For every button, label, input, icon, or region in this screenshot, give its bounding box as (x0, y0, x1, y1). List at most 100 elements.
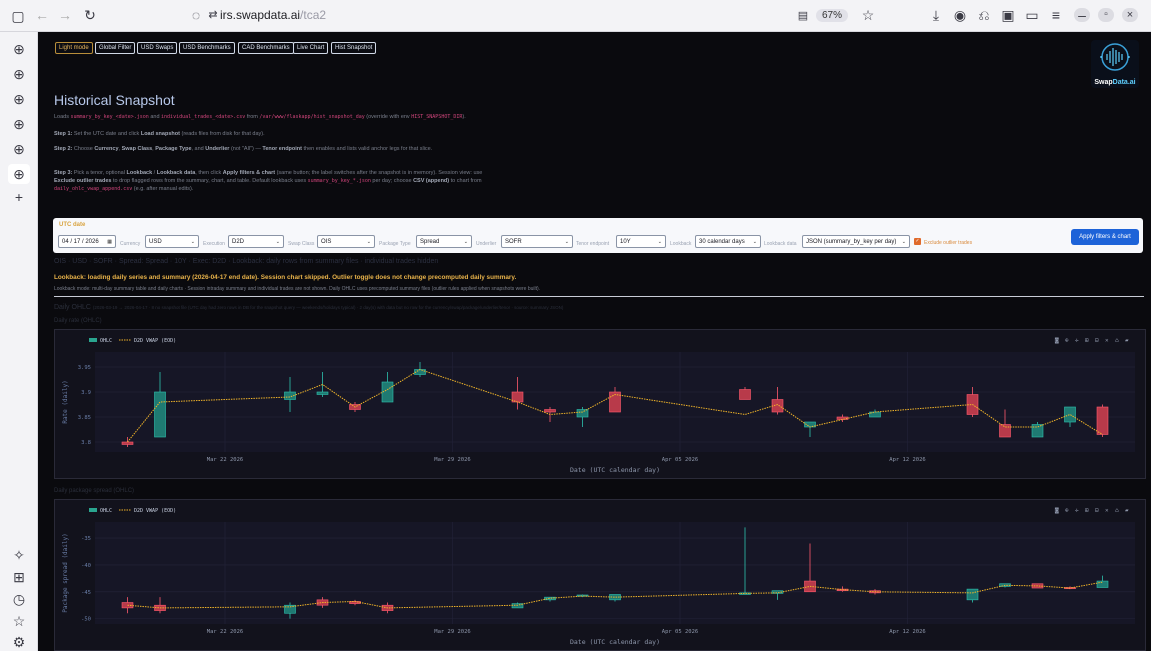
lookback-label: Lookback (670, 241, 692, 247)
candle-body (1031, 424, 1044, 438)
logo: SwapData.ai (1091, 40, 1139, 88)
global-filter-button[interactable]: Global Filter (95, 42, 136, 54)
chevron-down-icon: ⌄ (275, 239, 280, 245)
light-mode-button[interactable]: Light mode (55, 42, 93, 54)
minimize-icon[interactable]: – (1074, 8, 1090, 22)
tenor-endpoint-select[interactable]: 10Y ⌄ (616, 235, 666, 248)
add-tab-icon[interactable]: + (11, 190, 27, 204)
exclude-outlier-checkbox[interactable]: ✓ (914, 238, 921, 245)
lookback-select[interactable]: 30 calendar days ⌄ (695, 235, 761, 248)
apply-filters-button[interactable]: Apply filters & chart (1071, 229, 1139, 245)
tenor-endpoint-label: Tenor endpoint (576, 241, 610, 247)
usd-benchmarks-button[interactable]: USD Benchmarks (179, 42, 235, 54)
chevron-down-icon: ⌄ (901, 239, 906, 245)
shield-icon[interactable]: ◌ (188, 8, 204, 22)
y-tick-label: 3.95 (78, 365, 91, 371)
candle-body (966, 588, 979, 601)
library-icon[interactable]: ⊞ (11, 570, 27, 584)
bookmarks-icon[interactable]: ☆ (11, 614, 27, 628)
reader-icon[interactable]: ▤ (795, 9, 811, 23)
candle-body (544, 409, 556, 413)
bookmark-star-icon[interactable]: ☆ (860, 8, 876, 22)
step3-text: Step 3: Pick a tenor, optional Lookback … (54, 170, 483, 192)
container-icon[interactable]: ▣ (1000, 8, 1016, 22)
autoscale-icon: ✕ (1105, 507, 1109, 514)
underlier-label: Underlier (476, 241, 497, 247)
candle-body (1064, 406, 1076, 423)
x-axis-label: Date (UTC calendar day) (570, 466, 660, 474)
plotly-icon: ▰ (1125, 337, 1129, 344)
globe-icon[interactable]: ⊕ (11, 92, 27, 106)
hist-snapshot-button[interactable]: Hist Snapshot (331, 42, 377, 54)
globe-icon[interactable]: ⊕ (8, 164, 30, 184)
spread-chart: -50 -45 -40 -35 Mar 22 2026 Mar 29 2026 Apr 05… (62, 507, 1135, 646)
reset-icon: ⌂ (1115, 507, 1119, 514)
url-bar[interactable]: irs.swapdata.ai/tca2 (220, 8, 326, 22)
rate-chart: 3.8 3.85 3.9 3.95 Mar 22 2026 Mar 29 2026 Apr … (62, 337, 1135, 474)
reload-icon[interactable]: ↻ (82, 8, 98, 22)
chevron-down-icon: ⌄ (752, 239, 757, 245)
chevron-down-icon: ⌄ (564, 239, 569, 245)
settings-icon[interactable]: ⚙ (11, 635, 27, 649)
globe-icon[interactable]: ⊕ (11, 142, 27, 156)
y-tick-label: -40 (81, 563, 91, 569)
extensions-icon[interactable]: ⎌ (976, 8, 992, 22)
globe-icon[interactable]: ⊕ (11, 67, 27, 81)
legend-vwap: D2D VWAP (EOD) (134, 338, 176, 344)
zoom-out-icon: ⊟ (1095, 507, 1099, 514)
live-chart-button[interactable]: Live Chart (293, 42, 329, 54)
sidebar-toggle-icon[interactable]: ▢ (10, 9, 26, 23)
globe-icon[interactable]: ⊕ (11, 117, 27, 131)
autoscale-icon: ✕ (1105, 337, 1109, 344)
page-content: Light mode Global Filter USD Swaps USD B… (38, 32, 1151, 651)
swap-class-label: Swap Class (288, 241, 315, 247)
ai-sparkle-icon[interactable]: ✧ (11, 548, 27, 562)
permissions-icon[interactable]: ⇄ (205, 8, 221, 22)
legend-ohlc: OHLC (100, 508, 112, 514)
maximize-icon[interactable]: ▫ (1098, 8, 1114, 22)
sidebar-icon[interactable]: ▭ (1024, 8, 1040, 22)
chevron-down-icon: ⌄ (366, 239, 371, 245)
y-axis-label: Rate (daily) (62, 380, 69, 423)
underlier-select[interactable]: SOFR ⌄ (501, 235, 573, 248)
reset-icon: ⌂ (1115, 337, 1119, 344)
cad-benchmarks-button[interactable]: CAD Benchmarks (238, 42, 294, 54)
y-tick-label: -35 (81, 536, 91, 542)
y-tick-label: -50 (81, 617, 91, 623)
globe-icon[interactable]: ⊕ (11, 42, 27, 56)
camera-icon: ◙ (1054, 507, 1059, 514)
lookback-data-label: Lookback data (764, 241, 797, 247)
camera-icon: ◙ (1054, 337, 1059, 344)
calendar-icon[interactable]: ▦ (107, 238, 112, 246)
account-icon[interactable]: ◉ (952, 8, 968, 22)
browser-sidebar: ⊕ ⊕ ⊕ ⊕ ⊕ ⊕ + ✧ ⊞ ◷ ☆ ⚙ (0, 32, 38, 651)
swap-class-select[interactable]: OIS ⌄ (317, 235, 375, 248)
zoom-in-icon: ⊞ (1085, 507, 1089, 514)
zoom-badge[interactable]: 67% (816, 9, 849, 22)
back-icon[interactable]: ← (34, 8, 50, 22)
logo-text: SwapData.ai (1094, 79, 1136, 86)
x-tick-label: Apr 12 2026 (889, 629, 925, 635)
forward-icon[interactable]: → (57, 8, 73, 22)
usd-swaps-button[interactable]: USD Swaps (137, 42, 178, 54)
utc-date-input[interactable]: 04 / 17 / 2026 ▦ (58, 235, 116, 248)
legend-swatch-ohlc (89, 508, 97, 512)
candle-body (511, 391, 524, 403)
rate-chart-panel: 3.8 3.85 3.9 3.95 Mar 22 2026 Mar 29 2026 Apr … (54, 329, 1146, 479)
download-icon[interactable]: ⤓ (928, 8, 944, 22)
x-tick-label: Apr 12 2026 (889, 457, 925, 463)
legend-vwap: D2D VWAP (EOD) (134, 508, 176, 514)
y-tick-label: 3.9 (81, 390, 91, 396)
x-tick-label: Mar 22 2026 (207, 629, 243, 635)
execution-select[interactable]: D2D ⌄ (228, 235, 284, 248)
candle-body (316, 391, 329, 395)
close-icon[interactable]: × (1122, 8, 1138, 22)
package-type-select[interactable]: Spread ⌄ (416, 235, 472, 248)
currency-label: Currency (120, 241, 141, 247)
legend-swatch-ohlc (89, 338, 97, 342)
currency-select[interactable]: USD ⌄ (145, 235, 199, 248)
history-icon[interactable]: ◷ (11, 592, 27, 606)
menu-icon[interactable]: ≡ (1048, 8, 1064, 22)
lookback-data-select[interactable]: JSON (summary_by_key per day) ⌄ (802, 235, 910, 248)
x-tick-label: Mar 29 2026 (434, 457, 470, 463)
